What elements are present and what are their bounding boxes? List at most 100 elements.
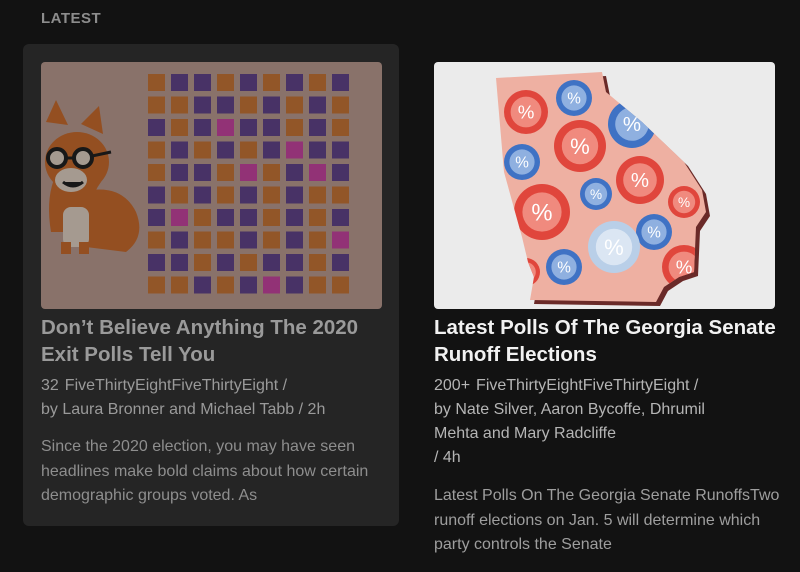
- ballot-square: [286, 96, 303, 114]
- ballot-square: [217, 231, 234, 249]
- ballot-square: [309, 231, 326, 249]
- ballot-square: [194, 164, 211, 181]
- comment-count[interactable]: 200+: [434, 377, 470, 394]
- ballot-square: [332, 96, 349, 114]
- ballot-square: [171, 119, 188, 136]
- ballot-square: [240, 209, 257, 226]
- byline-authors: by Laura Bronner and Michael Tabb / 2h: [41, 401, 326, 418]
- percent-icon: %: [567, 90, 581, 107]
- ballot-square: [332, 141, 349, 159]
- ballot-square: [309, 96, 326, 114]
- article-byline: 32 FiveThirtyEightFiveThirtyEight / by La…: [41, 374, 391, 422]
- percent-icon: %: [590, 187, 602, 202]
- ballot-square: [194, 186, 211, 204]
- ballot-square: [217, 209, 234, 226]
- ballot-square: [171, 186, 188, 204]
- ballot-square: [217, 141, 234, 159]
- comment-count[interactable]: 32: [41, 377, 59, 394]
- ballot-square: [309, 209, 326, 226]
- article-thumbnail-georgia-polls[interactable]: %%%%%%%%%%%%%%: [434, 62, 775, 309]
- ballot-square: [194, 231, 211, 249]
- ballot-square: [263, 231, 280, 249]
- ballot-square: [263, 276, 280, 294]
- ballot-square: [148, 276, 165, 294]
- ballot-square: [263, 119, 280, 136]
- ballot-square: [171, 164, 188, 181]
- ballot-square: [217, 96, 234, 114]
- ballot-square: [286, 276, 303, 294]
- ballot-square: [286, 254, 303, 271]
- ballot-square: [332, 209, 349, 226]
- ballot-square: [171, 231, 188, 249]
- ballot-square: [194, 141, 211, 159]
- ballot-square: [286, 119, 303, 136]
- ballot-square: [217, 164, 234, 181]
- ballot-square: [263, 96, 280, 114]
- article-card-exit-polls[interactable]: Don’t Believe Anything The 2020 Exit Pol…: [23, 44, 399, 526]
- ballot-square: [171, 74, 188, 91]
- ballot-square: [240, 74, 257, 91]
- section-label: LATEST: [41, 10, 102, 27]
- ballot-square: [148, 186, 165, 204]
- percent-icon: %: [518, 102, 535, 123]
- percent-icon: %: [570, 134, 590, 159]
- percent-icon: %: [604, 235, 624, 260]
- ballot-square: [217, 254, 234, 271]
- ballot-square: [263, 164, 280, 181]
- ballot-square: [286, 186, 303, 204]
- ballot-square: [309, 141, 326, 159]
- article-description: Latest Polls On The Georgia Senate Runof…: [434, 487, 780, 553]
- byline-authors-cont: Mehta and Mary Radcliffe: [434, 425, 617, 442]
- ballot-square: [194, 254, 211, 271]
- ballot-square: [194, 74, 211, 91]
- ballot-square: [148, 164, 165, 181]
- ballot-square: [217, 186, 234, 204]
- ballot-square: [309, 74, 326, 91]
- ballot-square: [171, 209, 188, 226]
- ballot-square: [194, 209, 211, 226]
- ballot-square: [240, 164, 257, 181]
- ballot-square: [240, 276, 257, 294]
- ballot-square: [309, 276, 326, 294]
- article-thumbnail-exit-polls[interactable]: [41, 62, 382, 309]
- ballot-square: [148, 254, 165, 271]
- ballot-square: [286, 231, 303, 249]
- ballot-square: [148, 96, 165, 114]
- ballot-square: [286, 74, 303, 91]
- ballot-square: [240, 119, 257, 136]
- ballot-square: [240, 96, 257, 114]
- ballot-square: [148, 209, 165, 226]
- georgia-map-illustration: %%%%%%%%%%%%%%: [434, 62, 775, 309]
- percent-icon: %: [531, 199, 552, 226]
- byline-publication[interactable]: FiveThirtyEightFiveThirtyEight /: [476, 377, 698, 394]
- ballot-square: [240, 254, 257, 271]
- ballot-square: [194, 119, 211, 136]
- ballot-square: [332, 74, 349, 91]
- ballot-square: [148, 141, 165, 159]
- percent-icon: %: [515, 154, 529, 171]
- percent-icon: %: [678, 195, 690, 210]
- ballot-square: [309, 119, 326, 136]
- ballot-square: [263, 186, 280, 204]
- ballot-square: [148, 119, 165, 136]
- ballot-square: [171, 141, 188, 159]
- ballot-square: [217, 119, 234, 136]
- ballot-square: [263, 141, 280, 159]
- ballot-square: [332, 164, 349, 181]
- article-card-georgia-polls[interactable]: %%%%%%%%%%%%%% Latest Polls Of The Georg…: [416, 44, 792, 553]
- ballot-square: [286, 141, 303, 159]
- byline-publication[interactable]: FiveThirtyEightFiveThirtyEight /: [65, 377, 287, 394]
- ballot-square: [332, 231, 349, 249]
- byline-authors: by Nate Silver, Aaron Bycoffe, Dhrumil: [434, 401, 705, 418]
- ballot-square: [217, 276, 234, 294]
- article-title[interactable]: Latest Polls Of The Georgia Senate Runof…: [434, 314, 784, 368]
- ballot-square: [263, 74, 280, 91]
- percent-icon: %: [631, 170, 649, 192]
- article-title[interactable]: Don’t Believe Anything The 2020 Exit Pol…: [41, 314, 391, 368]
- ballot-square: [171, 254, 188, 271]
- ballot-square: [240, 141, 257, 159]
- ballot-square: [286, 209, 303, 226]
- ballot-square: [194, 276, 211, 294]
- ballot-square: [286, 164, 303, 181]
- ballot-square: [194, 96, 211, 114]
